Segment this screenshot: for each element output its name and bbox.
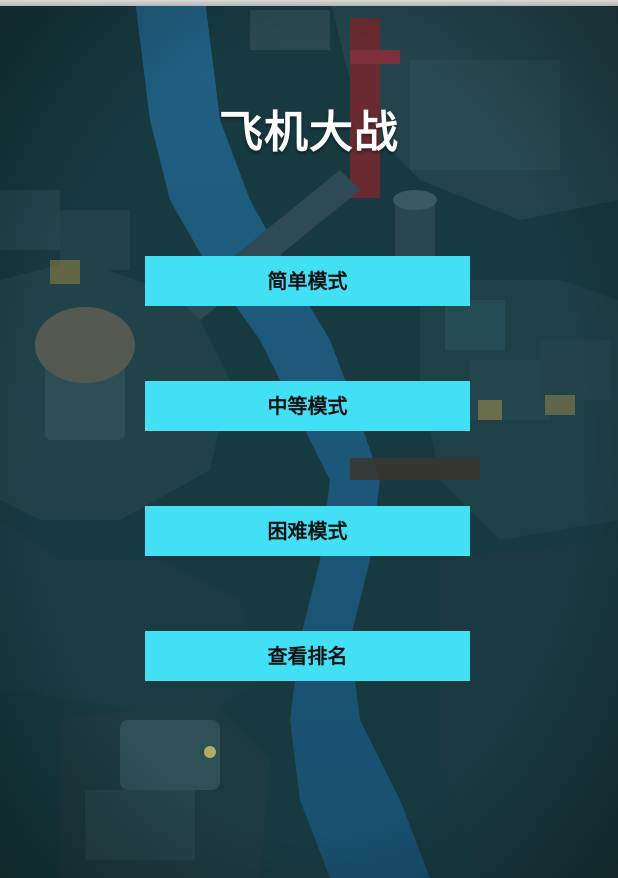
hard-mode-button[interactable]: 困难模式: [145, 506, 470, 556]
window-top-edge: [0, 0, 618, 6]
medium-mode-button[interactable]: 中等模式: [145, 381, 470, 431]
game-title: 飞机大战: [219, 107, 399, 158]
game-screen: 飞机大战 简单模式 中等模式 困难模式 查看排名: [0, 0, 618, 878]
view-ranking-button[interactable]: 查看排名: [145, 631, 470, 681]
easy-mode-button[interactable]: 简单模式: [145, 256, 470, 306]
